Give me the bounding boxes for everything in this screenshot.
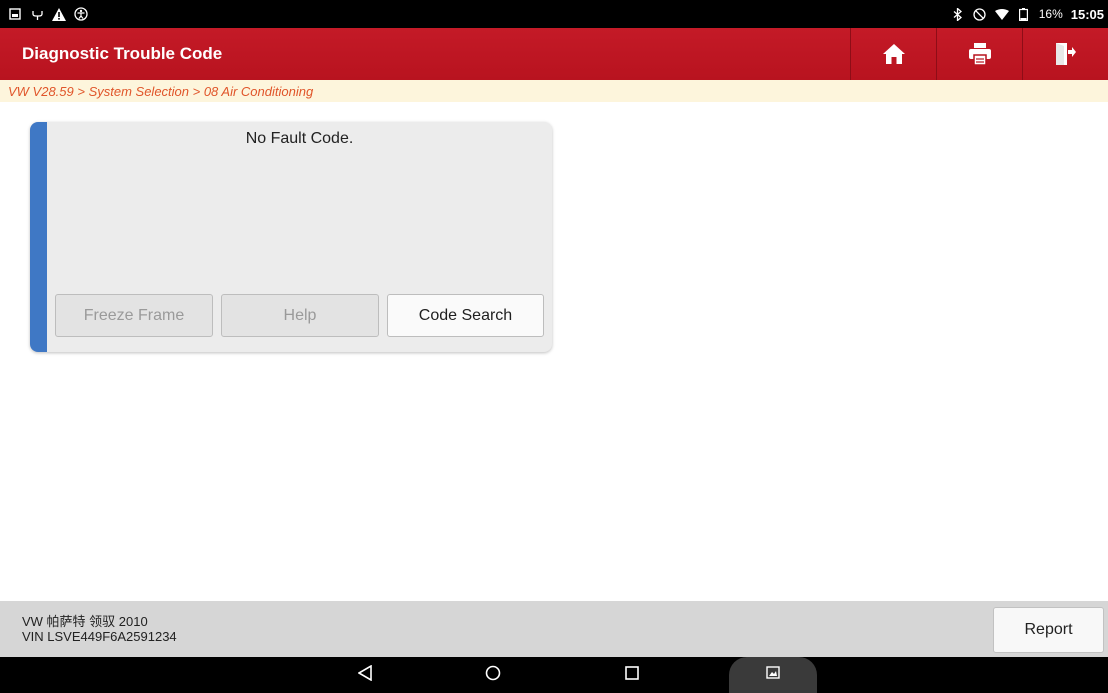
screenshot-icon — [766, 666, 780, 684]
back-icon — [357, 664, 372, 686]
vehicle-name: VW 帕萨特 领驭 2010 — [22, 614, 148, 629]
battery-icon — [1017, 7, 1031, 21]
report-button[interactable]: Report — [993, 607, 1104, 653]
code-search-button[interactable]: Code Search — [387, 294, 544, 337]
home-button[interactable] — [850, 28, 936, 80]
clock-time: 15:05 — [1070, 6, 1104, 22]
screenshot-button[interactable] — [729, 657, 817, 693]
battery-percent: 16% — [1038, 7, 1063, 21]
wifi-icon — [994, 7, 1009, 21]
vin-number: VIN LSVE449F6A2591234 — [22, 629, 177, 644]
page-title: Diagnostic Trouble Code — [22, 44, 223, 63]
status-left — [8, 7, 88, 21]
title-bar: Diagnostic Trouble Code — [0, 28, 1108, 80]
bluetooth-icon — [951, 7, 965, 21]
breadcrumb: VW V28.59 > System Selection > 08 Air Co… — [0, 80, 1108, 102]
fault-message: No Fault Code. — [245, 130, 354, 147]
accessibility-icon — [74, 7, 88, 21]
home-icon — [882, 44, 905, 64]
exit-icon — [1055, 43, 1076, 65]
fault-code-card: No Fault Code. Freeze Frame Help Code Se… — [30, 122, 552, 352]
recents-icon — [625, 665, 639, 685]
help-button[interactable]: Help — [221, 294, 379, 337]
vehicle-info-bar: VW 帕萨特 领驭 2010 VIN LSVE449F6A2591234 Rep… — [0, 601, 1108, 657]
card-accent-bar — [30, 122, 47, 352]
usb-icon — [30, 7, 44, 21]
navigation-bar — [0, 657, 1108, 693]
home-circle-icon — [485, 665, 501, 686]
print-icon — [968, 43, 991, 65]
do-not-disturb-icon — [973, 7, 987, 21]
warning-icon — [52, 7, 66, 21]
recents-button[interactable] — [612, 657, 652, 693]
freeze-frame-button[interactable]: Freeze Frame — [55, 294, 213, 337]
home-nav-button[interactable] — [473, 657, 513, 693]
exit-button[interactable] — [1022, 28, 1108, 80]
status-right: 16% 15:05 — [951, 7, 1104, 22]
status-bar: 16% 15:05 — [0, 0, 1108, 28]
back-button[interactable] — [345, 657, 385, 693]
print-button[interactable] — [936, 28, 1022, 80]
gallery-icon — [8, 7, 22, 21]
